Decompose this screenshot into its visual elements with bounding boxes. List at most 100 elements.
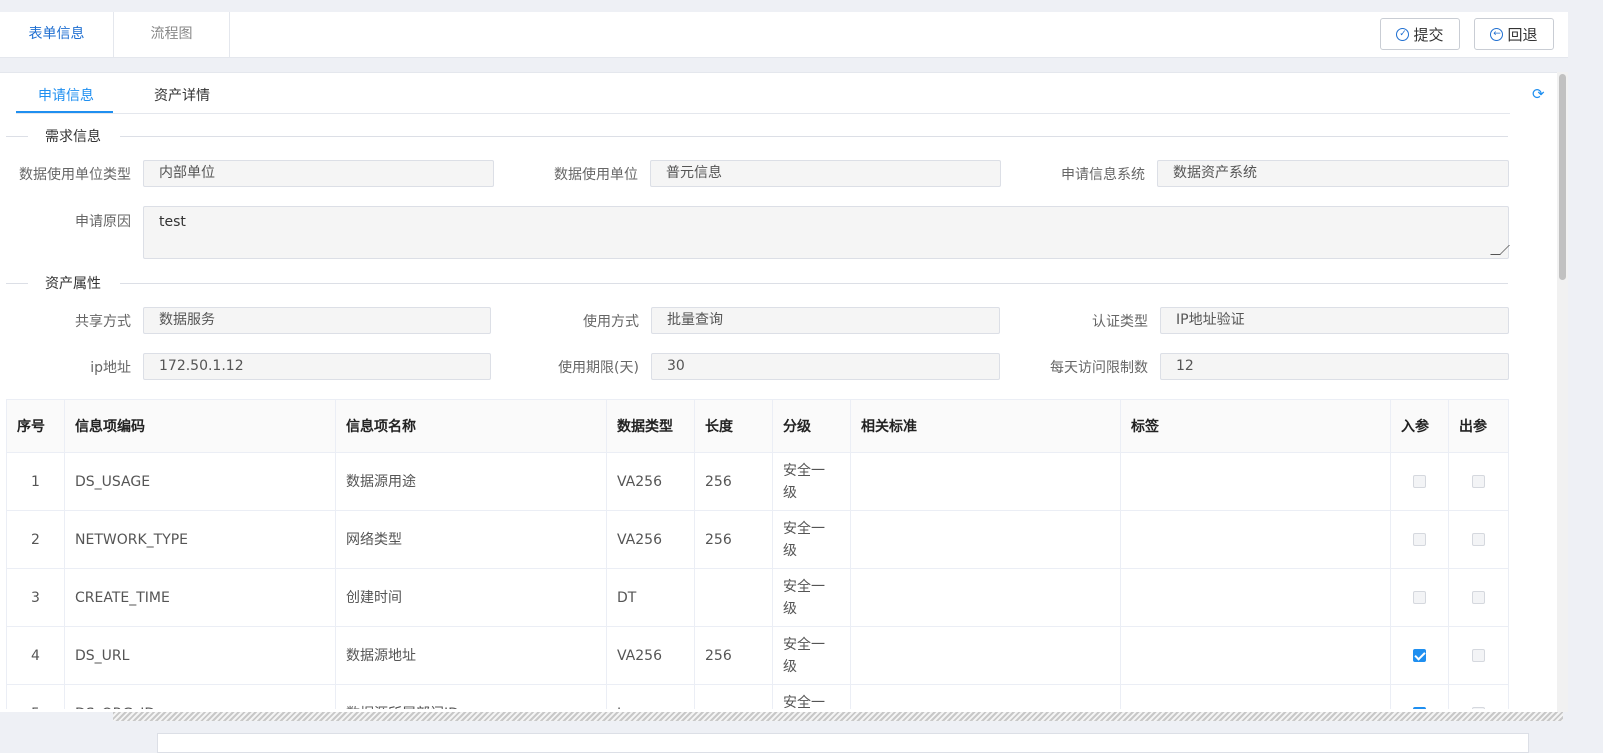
output-param-checkbox[interactable] [1472,475,1485,488]
header-code: 信息项编码 [64,399,336,453]
cell-standard [850,568,1121,627]
section-title: 需求信息 [45,129,101,145]
unit-type-field[interactable]: 内部单位 [143,160,494,187]
cell-tags [1120,452,1391,511]
table-row: 2 NETWORK_TYPE 网络类型 VA256 256 安全一级 [6,510,1509,569]
cell-code: DS_USAGE [64,452,336,511]
cell-out-param [1448,626,1509,685]
output-param-checkbox[interactable] [1472,533,1485,546]
back-button[interactable]: ← 回退 [1474,18,1554,50]
cell-level: 安全一级 [772,452,851,511]
cell-name: 数据源地址 [335,626,607,685]
header-standard: 相关标准 [850,399,1121,453]
resize-handle-icon[interactable] [1490,245,1510,255]
table-row: 3 CREATE_TIME 创建时间 DT 安全一级 [6,568,1509,627]
submit-button[interactable]: ✓ 提交 [1380,18,1460,50]
tab-form-info[interactable]: 表单信息 [0,12,114,57]
cell-tags [1120,568,1391,627]
refresh-icon[interactable]: ⟳ [1532,85,1545,103]
table-viewport: 序号 信息项编码 信息项名称 数据类型 长度 分级 相关标准 标签 入参 出参 … [0,399,1557,709]
table-row: 5DS_ORG_ID数据源所属部门IDI 安全一级 [6,684,1509,709]
cell-name: 数据源用途 [335,452,607,511]
cell-code: CREATE_TIME [64,568,336,627]
cell-length: 256 [694,626,773,685]
tab-flowchart[interactable]: 流程图 [114,12,230,57]
cell-type: VA256 [606,510,695,569]
cell-no: 2 [6,510,65,569]
cell-name: 数据源所属部门ID [335,684,607,709]
share-label: 共享方式 [75,314,131,330]
limit-field[interactable]: 12 [1160,353,1509,380]
cell-level: 安全一级 [772,684,851,709]
section-title: 资产属性 [45,276,101,292]
usage-field[interactable]: 批量查询 [651,307,1000,334]
cell-type: VA256 [606,626,695,685]
section-asset-attributes: 资产属性 [6,273,1508,293]
main-panel: 申请信息 资产详情 ⟳ 需求信息 数据使用单位类型 内部单位 数据使用单位 普元… [0,72,1557,712]
cell-in-param [1390,684,1449,709]
auth-field[interactable]: IP地址验证 [1160,307,1509,334]
cell-in-param [1390,626,1449,685]
share-field[interactable]: 数据服务 [143,307,491,334]
cell-length: 256 [694,452,773,511]
auth-label: 认证类型 [1092,314,1148,330]
period-field[interactable]: 30 [651,353,1000,380]
arrow-left-circle-icon: ← [1490,27,1504,41]
cell-out-param [1448,568,1509,627]
header-no: 序号 [6,399,65,453]
tab-asset-details[interactable]: 资产详情 [154,85,210,113]
cell-no: 5 [6,684,65,709]
reason-textarea[interactable]: test [143,206,1510,259]
input-param-checkbox[interactable] [1413,649,1426,662]
cell-type: VA256 [606,452,695,511]
header-level: 分级 [772,399,851,453]
vertical-scrollbar[interactable] [1557,72,1568,712]
unit-field[interactable]: 普元信息 [650,160,1001,187]
input-param-checkbox[interactable] [1413,533,1426,546]
cell-name: 创建时间 [335,568,607,627]
tab-application-info[interactable]: 申请信息 [38,85,94,113]
cell-out-param [1448,684,1509,709]
system-field[interactable]: 数据资产系统 [1157,160,1509,187]
cell-name: 网络类型 [335,510,607,569]
table-row: 1 DS_USAGE 数据源用途 VA256 256 安全一级 [6,452,1509,511]
cell-standard [850,626,1121,685]
cell-level: 安全一级 [772,568,851,627]
cell-standard [850,452,1121,511]
horizontal-scrollbar[interactable] [113,712,1563,721]
limit-label: 每天访问限制数 [1050,360,1148,376]
bottom-panel [157,733,1529,753]
cell-length [694,684,773,709]
ip-label: ip地址 [90,360,131,376]
output-param-checkbox[interactable] [1472,591,1485,604]
input-param-checkbox[interactable] [1413,475,1426,488]
cell-level: 安全一级 [772,510,851,569]
header-input-param: 入参 [1390,399,1449,453]
ip-field[interactable]: 172.50.1.12 [143,353,491,380]
cell-code: NETWORK_TYPE [64,510,336,569]
header-name: 信息项名称 [335,399,607,453]
header-length: 长度 [694,399,773,453]
cell-code: DS_URL [64,626,336,685]
header-type: 数据类型 [606,399,695,453]
top-toolbar: 表单信息 流程图 ✓ 提交 ← 回退 [0,12,1568,58]
cell-code: DS_ORG_ID [64,684,336,709]
header-tags: 标签 [1120,399,1391,453]
back-label: 回退 [1507,25,1538,44]
input-param-checkbox[interactable] [1413,707,1426,709]
cell-in-param [1390,568,1449,627]
unit-type-label: 数据使用单位类型 [19,167,131,183]
reason-label: 申请原因 [75,214,131,230]
cell-in-param [1390,510,1449,569]
output-param-checkbox[interactable] [1472,707,1485,709]
scrollbar-thumb[interactable] [1559,74,1566,280]
submit-label: 提交 [1413,25,1444,44]
output-param-checkbox[interactable] [1472,649,1485,662]
table-row: 4 DS_URL 数据源地址 VA256 256 安全一级 [6,626,1509,685]
input-param-checkbox[interactable] [1413,591,1426,604]
info-items-table: 序号 信息项编码 信息项名称 数据类型 长度 分级 相关标准 标签 入参 出参 … [6,399,1509,709]
table-body: 1 DS_USAGE 数据源用途 VA256 256 安全一级 2 NETWORK_TYPE 网… [6,452,1509,709]
cell-out-param [1448,452,1509,511]
header-output-param: 出参 [1448,399,1509,453]
check-circle-icon: ✓ [1396,27,1410,41]
